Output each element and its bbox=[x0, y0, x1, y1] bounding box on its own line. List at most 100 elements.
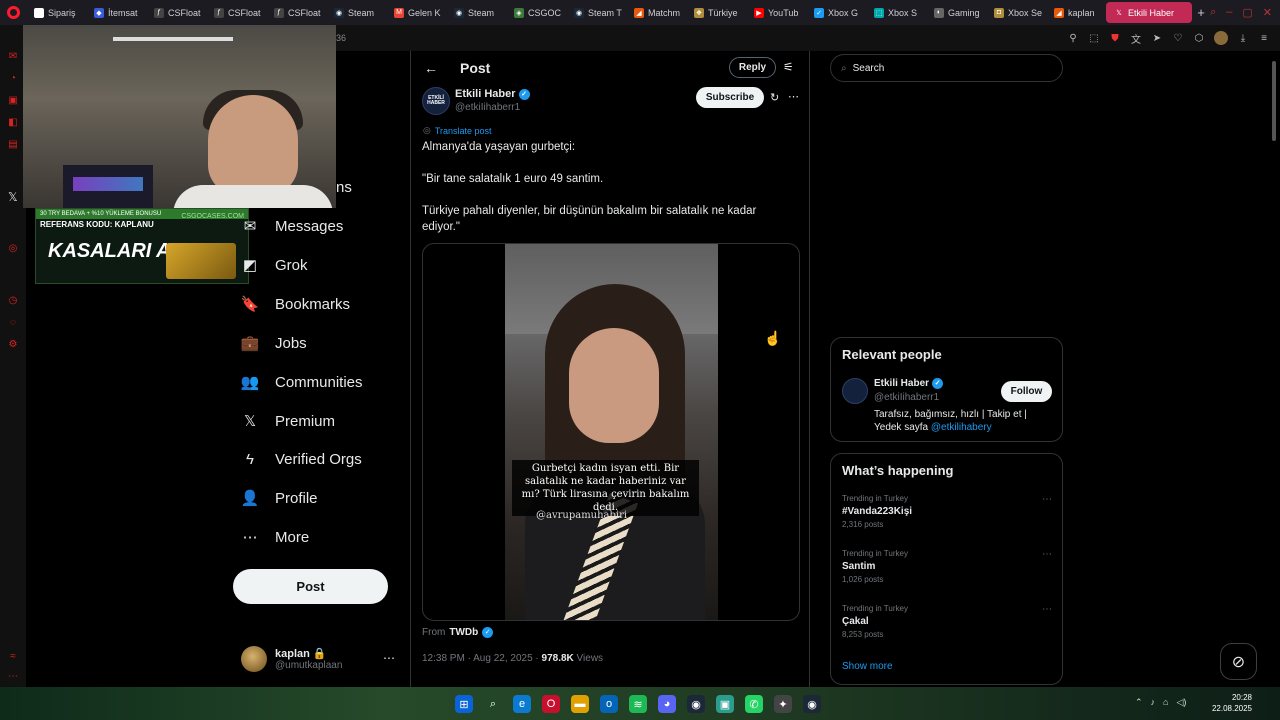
browser-tab[interactable]: ◆ İtemsat bbox=[86, 2, 146, 23]
browser-tab[interactable]: ◢ Matchm bbox=[626, 2, 686, 23]
taskbar-search-icon[interactable]: ⌕ bbox=[484, 695, 502, 713]
browser-tab[interactable]: ◐ Gaming bbox=[926, 2, 986, 23]
reply-button[interactable]: Reply bbox=[729, 57, 776, 78]
back-arrow-icon[interactable]: ← bbox=[424, 60, 438, 76]
browser-tab[interactable]: M Gelen K bbox=[386, 2, 446, 23]
search-box[interactable]: ⌕ bbox=[830, 54, 1063, 82]
post-time[interactable]: 12:38 PM · Aug 22, 2025 · bbox=[422, 653, 542, 664]
browser-tab[interactable]: ▶ YouTub bbox=[746, 2, 806, 23]
minimize-button[interactable]: – bbox=[1226, 6, 1232, 19]
bio-mention-link[interactable]: @etkilihabery bbox=[931, 422, 992, 433]
pin-icon[interactable]: ⚲ bbox=[1067, 32, 1079, 44]
extensions-icon[interactable]: ⬡ bbox=[1193, 32, 1205, 44]
account-switcher[interactable]: kaplan 🔒 @umutkaplaan ⋯ bbox=[241, 645, 401, 673]
trend-more-icon[interactable]: ⋯ bbox=[1042, 494, 1052, 505]
x-sidebar-icon[interactable]: 𝕏 bbox=[8, 190, 20, 204]
snapshot-icon[interactable]: ⬚ bbox=[1088, 32, 1100, 44]
steam-alt-icon[interactable]: ◉ bbox=[803, 695, 821, 713]
post-more-icon[interactable]: ⋯ bbox=[788, 90, 799, 103]
browser-tab[interactable]: ƒ CSFloat bbox=[206, 2, 266, 23]
sidebar-messenger-icon[interactable]: ◌ bbox=[7, 317, 19, 329]
sidebar-gx-icon[interactable]: ≈ bbox=[7, 651, 19, 663]
edge-icon[interactable]: e bbox=[513, 695, 531, 713]
browser-tab[interactable]: ◉ Steam bbox=[326, 2, 386, 23]
browser-tab[interactable]: ◉ Steam bbox=[446, 2, 506, 23]
browser-tab-active[interactable]: 𝕏 Etkili Haber bbox=[1106, 2, 1192, 23]
sidebar-more-icon[interactable]: ⋯ bbox=[7, 671, 19, 683]
download-icon[interactable]: ⤓ bbox=[1237, 32, 1249, 44]
browser-profile-avatar[interactable] bbox=[1214, 31, 1228, 45]
app-icon[interactable]: ▣ bbox=[716, 695, 734, 713]
shield-icon[interactable]: ⛊ bbox=[1109, 32, 1121, 44]
opera-logo-icon[interactable] bbox=[0, 0, 26, 25]
compose-post-button[interactable]: Post bbox=[233, 569, 388, 604]
grok-explain-icon[interactable]: ↻ bbox=[770, 91, 779, 104]
send-icon[interactable]: ➤ bbox=[1151, 32, 1163, 44]
show-more-link[interactable]: Show more bbox=[842, 661, 893, 672]
nav-item-premium[interactable]: 𝕏 Premium bbox=[241, 412, 335, 431]
account-more-icon[interactable]: ⋯ bbox=[383, 651, 395, 665]
volume-icon[interactable]: ◁) bbox=[1176, 697, 1186, 708]
trend-more-icon[interactable]: ⋯ bbox=[1042, 549, 1052, 560]
trend-item[interactable]: Trending in Turkey #Vanda223Kişi 2,316 pos… bbox=[842, 494, 1052, 529]
sidebar-wallet-icon[interactable]: ▣ bbox=[7, 95, 19, 107]
sidebar-gear-icon[interactable]: ⚙ bbox=[7, 339, 19, 351]
nav-item-more[interactable]: ⋯ More bbox=[241, 528, 310, 547]
video-frame[interactable] bbox=[505, 244, 718, 620]
trend-more-icon[interactable]: ⋯ bbox=[1042, 604, 1052, 615]
author-avatar[interactable]: ETKİLİ HABER bbox=[422, 87, 450, 115]
translate-post-link[interactable]: ◎ Translate post bbox=[423, 125, 492, 136]
nav-item-bookmarks[interactable]: 🔖 Bookmarks bbox=[241, 295, 350, 314]
search-tabs-icon[interactable]: ⌕ bbox=[1210, 6, 1216, 19]
translate-icon[interactable]: 文 bbox=[1130, 32, 1142, 46]
nav-item-verified-orgs[interactable]: ϟ Verified Orgs bbox=[241, 450, 362, 468]
browser-tab[interactable]: ⬚ Xbox S bbox=[866, 2, 926, 23]
browser-tab[interactable]: ✓ Xbox G bbox=[806, 2, 866, 23]
nav-item-communities[interactable]: 👥 Communities bbox=[241, 373, 363, 392]
nav-item-profile[interactable]: 👤 Profile bbox=[241, 489, 318, 508]
author-name[interactable]: Etkili Haber ✓ bbox=[455, 88, 530, 100]
nav-item-partial[interactable]: ns bbox=[336, 179, 352, 196]
browser-tab[interactable]: ◉ Steam T bbox=[566, 2, 626, 23]
menu-icon[interactable]: ≡ bbox=[1258, 32, 1270, 44]
trend-item[interactable]: Trending in Turkey Çakal 8,253 posts ⋯ bbox=[842, 604, 1052, 639]
game-icon[interactable]: ✦ bbox=[774, 695, 792, 713]
heart-icon[interactable]: ♡ bbox=[1172, 32, 1184, 44]
trend-item[interactable]: Trending in Turkey Santim 1,026 posts ⋯ bbox=[842, 549, 1052, 584]
taskbar-clock[interactable]: 20:28 22.08.2025 bbox=[1210, 692, 1252, 714]
nav-item-grok[interactable]: ◩ Grok bbox=[241, 256, 308, 275]
whatsapp-icon[interactable]: ✆ bbox=[745, 695, 763, 713]
author-handle[interactable]: @etkiIihaberr1 bbox=[455, 102, 520, 113]
sliders-icon[interactable]: ⚟ bbox=[783, 60, 794, 74]
browser-tab[interactable]: a Sipariş bbox=[26, 2, 86, 23]
sidebar-history-icon[interactable]: ◔ bbox=[7, 73, 19, 85]
nav-item-messages[interactable]: ✉ Messages bbox=[241, 217, 344, 236]
person-name[interactable]: Etkili Haber ✓ bbox=[874, 378, 944, 389]
network-icon[interactable]: ⌂ bbox=[1163, 697, 1168, 708]
sidebar-settings-icon[interactable]: ◎ bbox=[7, 243, 19, 255]
close-window-button[interactable]: ✕ bbox=[1263, 6, 1272, 19]
browser-tab[interactable]: ◢ kaplan bbox=[1046, 2, 1106, 23]
browser-tab[interactable]: ◘ Xbox Se bbox=[986, 2, 1046, 23]
scrollbar[interactable] bbox=[1271, 51, 1277, 687]
from-source-link[interactable]: TWDb bbox=[449, 627, 478, 638]
discord-icon[interactable]: ◕ bbox=[658, 695, 676, 713]
sidebar-mail-icon[interactable]: ✉ bbox=[7, 51, 19, 63]
nav-item-jobs[interactable]: 💼 Jobs bbox=[241, 334, 307, 353]
folder-icon[interactable]: ▬ bbox=[571, 695, 589, 713]
new-tab-button[interactable]: + bbox=[1192, 5, 1210, 20]
sidebar-clock-icon[interactable]: ◷ bbox=[7, 295, 19, 307]
microphone-icon[interactable]: ♪ bbox=[1151, 697, 1156, 708]
search-input[interactable] bbox=[852, 62, 1043, 74]
browser-tab[interactable]: ƒ CSFloat bbox=[266, 2, 326, 23]
person-handle[interactable]: @etkiIihaberr1 bbox=[874, 392, 939, 403]
start-icon[interactable]: ⊞ bbox=[455, 695, 473, 713]
sidebar-music-icon[interactable]: ▤ bbox=[7, 139, 19, 151]
opera-icon[interactable]: O bbox=[542, 695, 560, 713]
subscribe-button[interactable]: Subscribe bbox=[696, 87, 764, 108]
follow-button[interactable]: Follow bbox=[1001, 381, 1052, 402]
maximize-button[interactable]: ▢ bbox=[1242, 6, 1252, 19]
sidebar-chat-icon[interactable]: ◧ bbox=[7, 117, 19, 129]
outlook-icon[interactable]: o bbox=[600, 695, 618, 713]
scrollbar-thumb[interactable] bbox=[1272, 61, 1276, 141]
